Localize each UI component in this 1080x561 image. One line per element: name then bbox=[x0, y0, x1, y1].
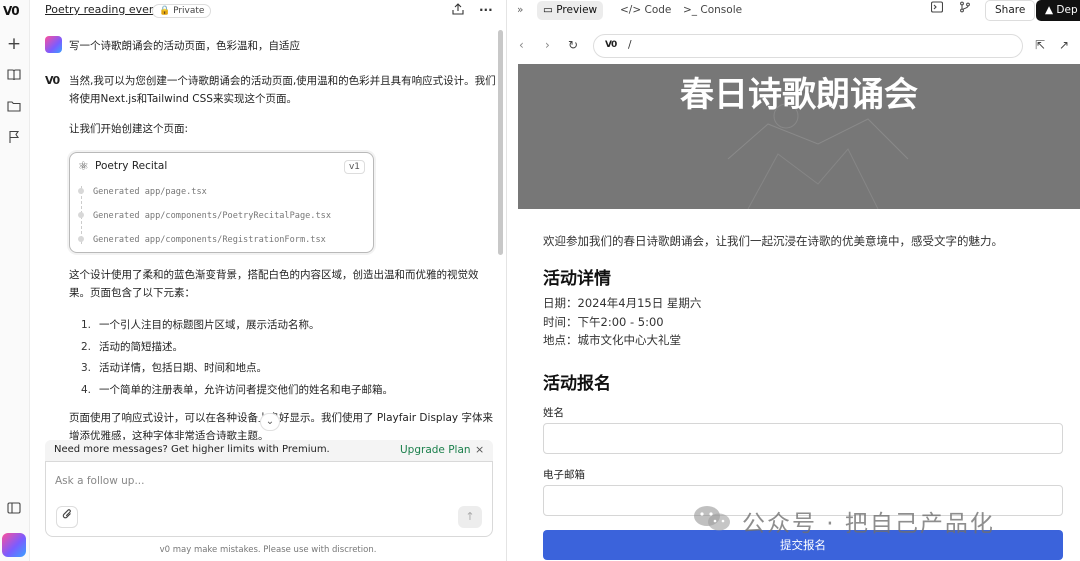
detail-location: 地点：城市文化中心大礼堂 bbox=[543, 333, 681, 347]
folder-icon[interactable] bbox=[6, 99, 22, 115]
send-button[interactable]: ↑ bbox=[458, 506, 482, 528]
assistant-summary-block: 这个设计使用了柔和的蓝色渐变背景，搭配白色的内容区域，创造出温和而优雅的视觉效果… bbox=[69, 266, 499, 314]
more-options-icon[interactable]: ··· bbox=[479, 3, 493, 17]
preview-toolbar: » ▭ Preview </> Code >_ Console Share ▲ … bbox=[507, 0, 1080, 22]
scroll-down-icon[interactable]: ⌄ bbox=[260, 413, 280, 431]
upgrade-banner: Need more messages? Get higher limits wi… bbox=[45, 440, 493, 461]
share-upload-icon[interactable] bbox=[452, 3, 464, 18]
share-button[interactable]: Share bbox=[985, 0, 1036, 21]
address-bar-row: ‹ › ↻ V0 / ⇱ ↗ bbox=[507, 34, 1080, 58]
timeline-dot bbox=[78, 212, 84, 218]
card-title: Poetry Recital bbox=[95, 160, 168, 172]
open-external-icon[interactable]: ↗ bbox=[1059, 38, 1069, 52]
disclaimer: v0 may make mistakes. Please use with di… bbox=[159, 545, 377, 555]
git-branch-icon[interactable] bbox=[959, 1, 971, 20]
generated-file: Generated app/page.tsx bbox=[78, 187, 207, 197]
hero-title: 春日诗歌朗诵会 bbox=[680, 75, 918, 115]
v0-badge: V0 bbox=[605, 40, 617, 50]
private-badge[interactable]: 🔒 Private bbox=[152, 4, 212, 18]
name-label: 姓名 bbox=[543, 407, 564, 419]
cursor-select-icon[interactable]: ⇱ bbox=[1035, 38, 1045, 52]
upgrade-text: Need more messages? Get higher limits wi… bbox=[54, 444, 330, 455]
watermark: 公众号 · 把自己产品化 bbox=[692, 502, 1052, 537]
user-message-text: 写一个诗歌朗诵会的活动页面，色彩温和，自适应 bbox=[69, 40, 300, 52]
detail-time: 时间：下午2:00 - 5:00 bbox=[543, 315, 664, 329]
book-icon[interactable] bbox=[6, 68, 22, 84]
name-field[interactable] bbox=[543, 423, 1063, 454]
watermark-text: 公众号 · 把自己产品化 bbox=[742, 511, 995, 537]
version-badge[interactable]: v1 bbox=[343, 160, 365, 174]
page-intro: 欢迎参加我们的春日诗歌朗诵会，让我们一起沉浸在诗歌的优美意境中，感受文字的魅力。 bbox=[543, 234, 1003, 248]
input-placeholder: Ask a follow up... bbox=[55, 475, 145, 487]
assistant-message: 当然,我可以为您创建一个诗歌朗诵会的活动页面,使用温和的色彩并且具有响应式设计。… bbox=[69, 72, 499, 150]
assistant-lead: 让我们开始创建这个页面: bbox=[69, 123, 189, 135]
chat-scrollbar[interactable] bbox=[498, 30, 503, 255]
user-message: 写一个诗歌朗诵会的活动页面，色彩温和，自适应 bbox=[45, 35, 495, 55]
assistant-intro: 当然,我可以为您创建一个诗歌朗诵会的活动页面,使用温和的色彩并且具有响应式设计。… bbox=[69, 75, 496, 105]
chat-title[interactable]: Poetry reading event bbox=[45, 3, 160, 16]
deploy-button[interactable]: ▲ Dep bbox=[1036, 0, 1080, 21]
timeline-dot bbox=[78, 236, 84, 242]
follow-up-input[interactable]: Ask a follow up... ↑ bbox=[45, 461, 493, 537]
list-item: 2. 活动的简短描述。 bbox=[80, 340, 183, 353]
generated-file: Generated app/components/RegistrationFor… bbox=[78, 235, 326, 245]
new-chat-icon[interactable]: + bbox=[6, 36, 22, 53]
forward-icon[interactable]: › bbox=[545, 38, 550, 52]
page-preview: 春日诗歌朗诵会 欢迎参加我们的春日诗歌朗诵会，让我们一起沉浸在诗歌的优美意境中，… bbox=[518, 64, 1080, 561]
chat-header: Poetry reading event 🔒 Private ··· bbox=[30, 0, 506, 24]
close-icon[interactable]: × bbox=[475, 443, 484, 456]
tab-console[interactable]: >_ Console bbox=[683, 1, 742, 20]
assistant-logo: V0 bbox=[45, 74, 60, 87]
upgrade-plan-link[interactable]: Upgrade Plan bbox=[400, 444, 471, 456]
list-item: 4. 一个简单的注册表单，允许访问者提交他们的姓名和电子邮箱。 bbox=[80, 383, 393, 396]
tab-preview[interactable]: ▭ Preview bbox=[537, 1, 604, 20]
v0-logo[interactable]: V0 bbox=[3, 4, 20, 18]
generation-card[interactable]: ⚛ Poetry Recital v1 Generated app/page.t… bbox=[69, 152, 374, 253]
detail-date: 日期：2024年4月15日 星期六 bbox=[543, 296, 702, 310]
user-avatar[interactable] bbox=[2, 533, 26, 557]
tab-code[interactable]: </> Code bbox=[620, 1, 671, 20]
left-rail: V0 + bbox=[0, 0, 30, 561]
feature-list: 1. 一个引人注目的标题图片区域，展示活动名称。 2. 活动的简短描述。 3. 活动详… bbox=[69, 315, 499, 401]
hero-image: 春日诗歌朗诵会 bbox=[518, 64, 1080, 209]
flag-icon[interactable] bbox=[6, 130, 22, 146]
email-label: 电子邮箱 bbox=[543, 469, 585, 481]
terminal-icon[interactable] bbox=[930, 1, 944, 20]
chat-panel: Poetry reading event 🔒 Private ··· 写一个诗歌… bbox=[30, 0, 506, 561]
refresh-icon[interactable]: ↻ bbox=[568, 38, 578, 52]
list-item: 3. 活动详情，包括日期、时间和地点。 bbox=[80, 362, 267, 374]
assistant-summary: 这个设计使用了柔和的蓝色渐变背景，搭配白色的内容区域，创造出温和而优雅的视觉效果… bbox=[69, 269, 479, 299]
details-heading: 活动详情 bbox=[543, 269, 611, 289]
list-item: 1. 一个引人注目的标题图片区域，展示活动名称。 bbox=[80, 319, 320, 331]
user-avatar-small bbox=[45, 36, 62, 53]
back-icon[interactable]: ‹ bbox=[519, 38, 524, 52]
generated-file: Generated app/components/PoetryRecitalPa… bbox=[78, 211, 331, 221]
expand-panel-icon[interactable]: » bbox=[517, 1, 523, 20]
assistant-after-text: 页面使用了响应式设计，可以在各种设备上良好显示。我们使用了 Playfair D… bbox=[69, 412, 493, 441]
atom-icon: ⚛ bbox=[78, 159, 89, 173]
wechat-icon bbox=[694, 506, 730, 531]
url-bar[interactable]: V0 / bbox=[593, 34, 1023, 58]
url-path: / bbox=[628, 39, 632, 51]
preview-panel: » ▭ Preview </> Code >_ Console Share ▲ … bbox=[507, 0, 1080, 561]
timeline-dot bbox=[78, 188, 84, 194]
sidebar-toggle-icon[interactable] bbox=[6, 501, 22, 517]
attach-icon[interactable] bbox=[56, 506, 78, 528]
registration-heading: 活动报名 bbox=[543, 374, 611, 394]
private-label: Private bbox=[173, 6, 205, 16]
